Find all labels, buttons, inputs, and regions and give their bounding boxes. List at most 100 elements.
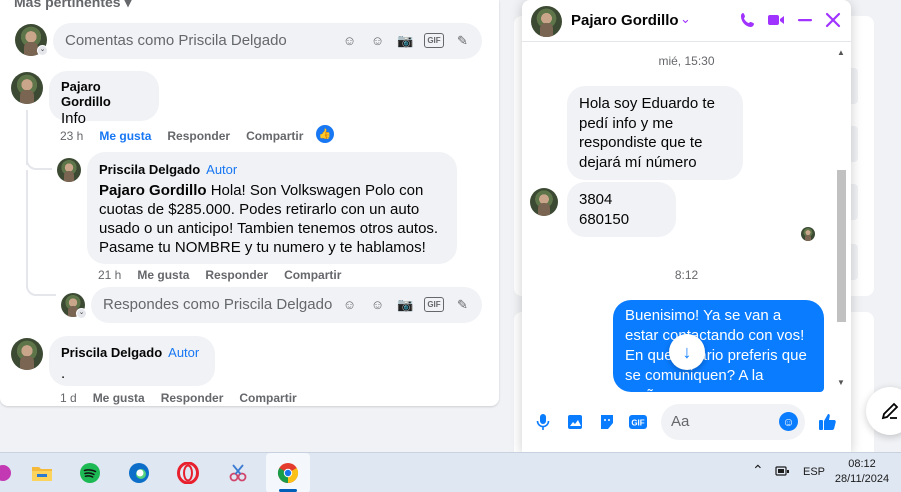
windows-taskbar: ⌃ ESP 08:12 28/11/2024 xyxy=(0,452,901,492)
avatar-sticker-icon[interactable]: ☺ xyxy=(340,295,359,314)
contact-avatar[interactable] xyxy=(531,6,562,37)
comment-time[interactable]: 21 h xyxy=(98,268,121,282)
share-button[interactable]: Compartir xyxy=(239,391,296,405)
comment-text: Info xyxy=(61,110,87,127)
seen-avatar xyxy=(801,227,815,241)
scroll-down-arrow-icon[interactable]: ▼ xyxy=(836,378,846,387)
system-clock[interactable]: 08:12 28/11/2024 xyxy=(826,457,898,487)
scrollbar[interactable]: ▲ ▼ xyxy=(834,46,848,392)
share-button[interactable]: Compartir xyxy=(284,268,341,282)
like-button[interactable]: Me gusta xyxy=(99,129,151,143)
chevron-down-icon[interactable]: ⌄ xyxy=(76,308,87,319)
share-button[interactable]: Compartir xyxy=(246,129,303,143)
sticker-icon[interactable]: ✎ xyxy=(453,31,472,50)
gif-icon[interactable]: GIF xyxy=(424,297,444,312)
message-composer: GIF Aa ☺ xyxy=(522,398,851,446)
reply-button[interactable]: Responder xyxy=(205,268,268,282)
comment-author[interactable]: Priscila Delgado xyxy=(99,162,200,177)
comment-input[interactable]: Comentas como Priscila Delgado ☺ ☺ 📷 GIF… xyxy=(53,23,482,59)
outgoing-message[interactable]: Buenisimo! Ya se van a estar contactando… xyxy=(613,300,824,392)
thread-line xyxy=(26,284,56,296)
comment-placeholder: Comentas como Priscila Delgado xyxy=(65,32,287,49)
microphone-icon[interactable] xyxy=(533,412,553,432)
emoji-icon[interactable]: ☺ xyxy=(779,412,798,431)
thread-line xyxy=(26,158,52,170)
comments-panel: Más pertinentes ▾ ⌄ Comentas como Prisci… xyxy=(0,0,499,406)
comment-actions: 1 d Me gusta Responder Compartir xyxy=(60,391,297,405)
language-indicator[interactable]: ESP xyxy=(803,466,825,478)
avatar[interactable] xyxy=(11,72,43,104)
message-timestamp: mié, 15:30 xyxy=(658,54,715,68)
author-badge: Autor xyxy=(206,162,238,177)
clock-date: 28/11/2024 xyxy=(834,473,890,485)
comment-actions: 23 h Me gusta Responder Compartir xyxy=(60,129,303,143)
chat-header: Pajaro Gordillo ⌄ xyxy=(522,0,851,42)
chevron-down-icon: ▾ xyxy=(124,0,132,10)
photo-gallery-icon[interactable] xyxy=(565,412,585,432)
thread-line xyxy=(26,110,28,165)
message-input[interactable]: Aa ☺ xyxy=(661,404,805,440)
chevron-down-icon[interactable]: ⌄ xyxy=(37,45,48,56)
comment-text: Pajaro Gordillo Hola! Son Volkswagen Pol… xyxy=(99,181,445,257)
sticker-icon[interactable]: ✎ xyxy=(453,295,472,314)
gif-icon[interactable]: GIF xyxy=(628,412,648,432)
like-reaction-icon[interactable]: 👍 xyxy=(316,125,334,143)
video-camera-icon[interactable] xyxy=(766,10,786,30)
contact-avatar[interactable] xyxy=(530,188,558,216)
comment-time[interactable]: 23 h xyxy=(60,129,83,143)
scrollbar-thumb[interactable] xyxy=(837,170,846,322)
comment-bubble: Pajaro Gordillo Info xyxy=(49,71,159,127)
reply-input[interactable]: Respondes como Priscila Delgado ☺ ☺ 📷 GI… xyxy=(91,287,482,323)
mention-link[interactable]: Pajaro Gordillo xyxy=(99,182,207,199)
scroll-up-arrow-icon[interactable]: ▲ xyxy=(836,48,846,57)
camera-icon[interactable]: 📷 xyxy=(396,31,415,50)
minimize-icon[interactable] xyxy=(795,10,815,30)
author-badge: Autor xyxy=(168,345,200,360)
emoji-icon[interactable]: ☺ xyxy=(368,31,387,50)
like-button[interactable]: Me gusta xyxy=(93,391,145,405)
thumbs-up-icon[interactable] xyxy=(818,412,838,432)
comment-bubble: Priscila Delgado Autor . xyxy=(49,336,215,386)
edge-browser-icon[interactable] xyxy=(124,458,154,488)
message-timestamp: 8:12 xyxy=(674,268,699,282)
avatar-sticker-icon[interactable]: ☺ xyxy=(340,31,359,50)
comment-author[interactable]: Pajaro Gordillo xyxy=(61,79,147,109)
sort-dropdown[interactable]: Más pertinentes ▾ xyxy=(14,0,132,11)
phone-icon[interactable] xyxy=(738,10,758,30)
avatar[interactable] xyxy=(11,338,43,370)
close-icon[interactable] xyxy=(823,10,843,30)
sort-label: Más pertinentes xyxy=(14,0,121,10)
reply-placeholder: Respondes como Priscila Delgado xyxy=(103,296,333,313)
network-battery-icon[interactable] xyxy=(775,464,793,481)
svg-text:GIF: GIF xyxy=(631,419,644,428)
snipping-tool-icon[interactable] xyxy=(223,458,253,488)
comment-actions: 21 h Me gusta Responder Compartir xyxy=(98,268,341,282)
reply-button[interactable]: Responder xyxy=(161,391,224,405)
gif-icon[interactable]: GIF xyxy=(424,33,444,48)
reply-button[interactable]: Responder xyxy=(167,129,230,143)
compose-icon xyxy=(881,402,899,420)
taskbar-app-icon[interactable] xyxy=(0,458,18,488)
chrome-browser-icon[interactable] xyxy=(273,458,303,488)
comment-time[interactable]: 1 d xyxy=(60,391,77,405)
chevron-up-icon[interactable]: ⌃ xyxy=(752,462,764,479)
comment-text: . xyxy=(61,365,66,382)
thread-line xyxy=(26,170,28,288)
incoming-message[interactable]: Hola soy Eduardo te pedí info y me respo… xyxy=(567,86,743,180)
opera-browser-icon[interactable] xyxy=(173,458,203,488)
message-placeholder: Aa xyxy=(671,413,690,430)
comment-author[interactable]: Priscila Delgado xyxy=(61,345,162,360)
like-button[interactable]: Me gusta xyxy=(137,268,189,282)
chevron-down-icon[interactable]: ⌄ xyxy=(680,11,691,27)
scroll-to-bottom-button[interactable]: ↓ xyxy=(669,334,705,370)
avatar[interactable] xyxy=(57,158,81,182)
comment-bubble: Priscila Delgado Autor Pajaro Gordillo Ho… xyxy=(87,152,457,264)
camera-icon[interactable]: 📷 xyxy=(396,295,415,314)
incoming-message[interactable]: 3804 680150 xyxy=(567,182,676,237)
file-explorer-icon[interactable] xyxy=(27,458,57,488)
emoji-icon[interactable]: ☺ xyxy=(368,295,387,314)
contact-name[interactable]: Pajaro Gordillo xyxy=(571,12,679,29)
sticker-icon[interactable] xyxy=(597,412,617,432)
messenger-chat-window: Pajaro Gordillo ⌄ mié, 15:30 Hola soy Ed… xyxy=(522,0,851,452)
spotify-icon[interactable] xyxy=(75,458,105,488)
